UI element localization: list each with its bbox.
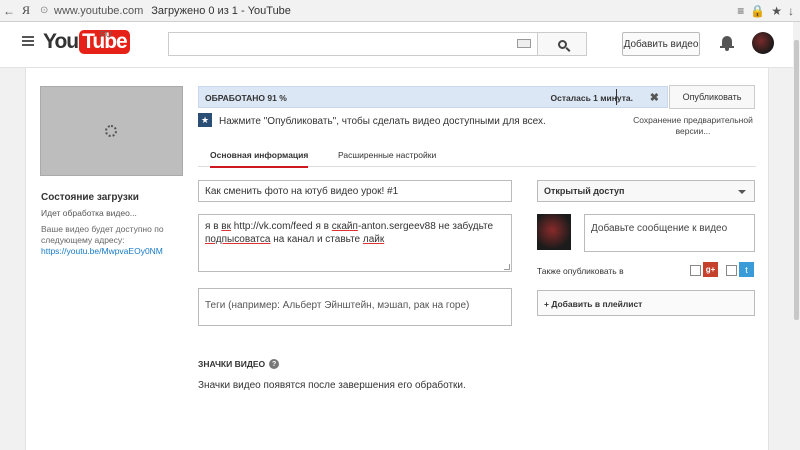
publish-hint: Нажмите "Опубликовать", чтобы сделать ви… [219, 116, 546, 127]
chevron-down-icon [738, 190, 746, 194]
loading-spinner-icon [105, 125, 117, 137]
help-icon[interactable]: ? [269, 359, 280, 369]
search-input[interactable] [168, 32, 538, 56]
close-icon[interactable]: ✖ [650, 91, 659, 104]
desc-text: http://vk.com/feed я в [230, 221, 332, 232]
video-thumbnail [40, 86, 183, 176]
menu-icon[interactable]: ≡ [737, 4, 744, 18]
progress-remaining: Осталась 1 минута. [550, 93, 634, 103]
logo-you: You [43, 30, 79, 53]
also-publish-label: Также опубликовать в [537, 266, 624, 276]
keyboard-icon[interactable] [517, 39, 531, 48]
twitter-icon: t [739, 262, 754, 277]
address-url: www.youtube.com [54, 4, 144, 17]
search-icon [557, 39, 567, 49]
google-plus-icon: g+ [703, 262, 718, 277]
gplus-checkbox[interactable] [690, 265, 701, 276]
tags-input[interactable]: Теги (например: Альберт Эйнштейн, мэшап,… [198, 288, 512, 326]
browser-toolbar: ← Я ⊙ www.youtube.com Загружено 0 из 1 -… [0, 0, 800, 22]
logo-region: RU [100, 30, 112, 39]
badges-title-text: ЗНАЧКИ ВИДЕО [198, 359, 266, 369]
share-message-input[interactable]: Добавьте сообщение к видео [584, 214, 755, 252]
title-input[interactable]: Как сменить фото на ютуб видео урок! #1 [198, 180, 512, 202]
search-button[interactable] [537, 32, 587, 56]
address-page-title: Загружено 0 из 1 - YouTube [151, 4, 291, 17]
resize-handle[interactable] [504, 264, 510, 270]
youtube-logo[interactable]: You Tube RU [43, 30, 130, 54]
back-arrow-icon[interactable]: ← [0, 4, 18, 18]
desc-text: подпысоватса [205, 234, 271, 245]
desc-text: на канал и ставьте [270, 234, 363, 245]
lock-icon[interactable]: 🔒 [750, 4, 765, 18]
desc-text: я в [205, 221, 222, 232]
publish-button[interactable]: Опубликовать [669, 85, 755, 109]
privacy-select[interactable]: Открытый доступ [537, 180, 755, 202]
tab-basic-info[interactable]: Основная информация [210, 150, 309, 168]
account-avatar[interactable] [752, 32, 774, 54]
preview-save-status: Сохранение предварительной версии... [633, 115, 753, 136]
upload-status-title: Состояние загрузки [41, 192, 139, 203]
tab-advanced-settings[interactable]: Расширенные настройки [338, 150, 436, 160]
upload-video-button[interactable]: Добавить видео [622, 32, 700, 56]
availability-note: Ваше видео будет доступно по следующему … [41, 224, 164, 245]
star-icon: ★ [198, 113, 212, 127]
download-icon[interactable]: ↓ [788, 4, 794, 18]
notifications-bell-icon[interactable] [720, 36, 734, 51]
privacy-value: Открытый доступ [544, 186, 625, 196]
tab-bar: Основная информация Расширенные настройк… [198, 143, 756, 168]
processing-progress-bar: ОБРАБОТАНО 91 % Осталась 1 минута. ✖ [198, 86, 668, 108]
scrollbar-thumb[interactable] [794, 40, 799, 320]
badges-text: Значки видео появятся после завершения е… [198, 380, 466, 391]
twitter-checkbox[interactable] [726, 265, 737, 276]
description-textarea[interactable]: я в вк http://vk.com/feed я в скайп-anto… [198, 214, 512, 272]
video-badges-heading: ЗНАЧКИ ВИДЕО ? [198, 359, 280, 369]
processing-text: Идет обработка видео... [41, 208, 137, 218]
desc-text: лайк [362, 234, 385, 245]
upload-page: Состояние загрузки Идет обработка видео.… [25, 68, 769, 450]
desc-text: -anton.sergeev88 не забудьте [357, 221, 494, 232]
video-link[interactable]: https://youtu.be/MwpvaEOy0NM [41, 246, 163, 256]
channel-avatar [537, 214, 571, 250]
add-to-playlist-button[interactable]: + Добавить в плейлист [537, 290, 755, 316]
desc-text: скайп [331, 221, 358, 232]
progress-percent: ОБРАБОТАНО 91 % [205, 93, 287, 103]
youtube-header: You Tube RU Добавить видео [0, 22, 800, 68]
desc-text: вк [221, 221, 231, 232]
guide-menu-icon[interactable] [22, 36, 34, 46]
bookmark-star-icon[interactable]: ★ [771, 4, 782, 18]
page-info-icon[interactable]: ⊙ [40, 5, 54, 16]
yandex-icon[interactable]: Я [18, 3, 34, 18]
address-bar[interactable]: ⊙ www.youtube.com Загружено 0 из 1 - You… [40, 3, 737, 19]
